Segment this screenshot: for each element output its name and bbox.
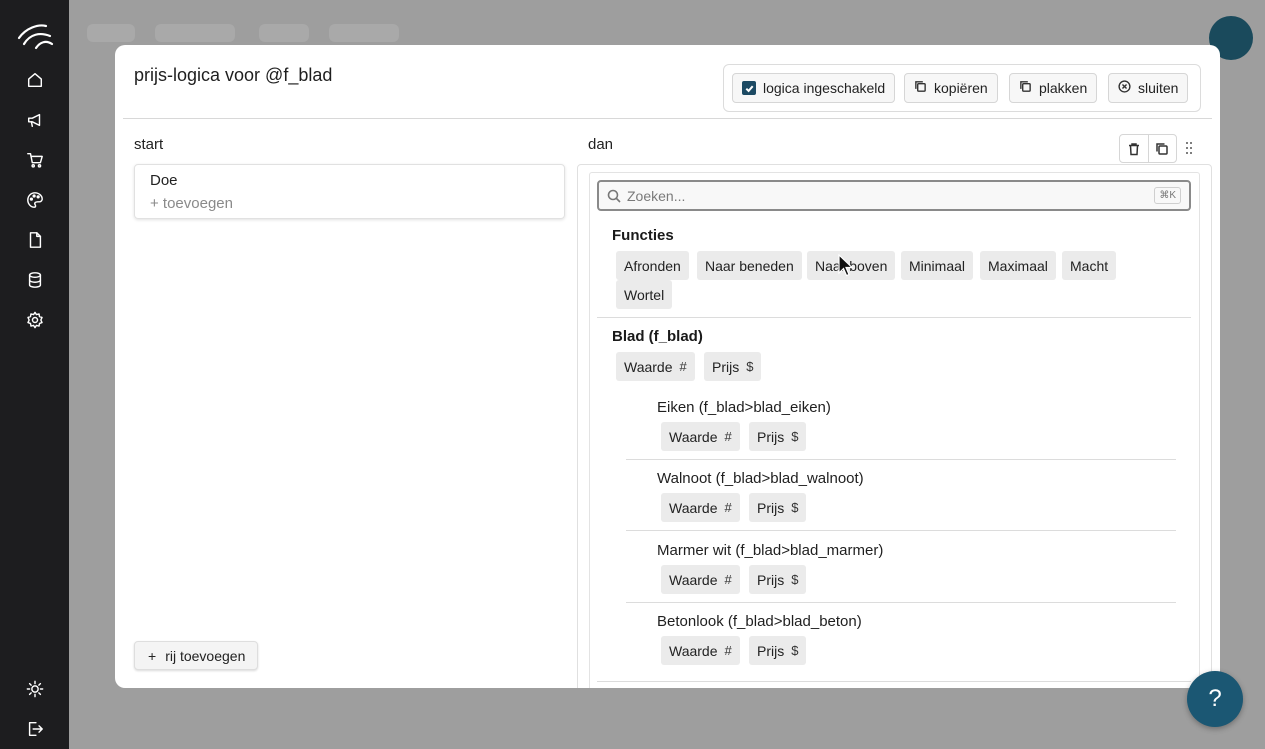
search-box[interactable]: ⌘K [597,180,1191,211]
chip-label: Prijs [757,642,785,659]
logo-icon[interactable] [16,22,54,50]
price-logic-modal: prijs-logica voor @f_blad logica ingesch… [115,45,1220,688]
sun-icon[interactable] [24,678,46,700]
document-icon[interactable] [24,229,46,251]
function-chip[interactable]: Minimaal [901,251,974,280]
copy-icon [914,80,927,96]
currency-symbol: $ [791,572,799,587]
paste-button[interactable]: plakken [1009,73,1098,103]
palette-icon[interactable] [24,189,46,211]
header-divider [123,118,1212,119]
section-divider [597,681,1191,682]
field-chip-waarde[interactable]: Waarde # [661,565,740,594]
number-symbol: # [724,500,732,515]
field-chip-waarde[interactable]: Waarde # [661,422,740,451]
function-chip[interactable]: Maximaal [980,251,1056,280]
currency-symbol: $ [791,429,799,444]
chip-label: Prijs [757,428,785,445]
field-chip-waarde[interactable]: Waarde # [661,493,740,522]
child-divider [626,530,1176,531]
modal-toolbar: logica ingeschakeld kopiëren plakken slu… [723,64,1201,112]
home-icon[interactable] [24,69,46,91]
sidebar [0,0,69,749]
help-button[interactable]: ? [1187,671,1243,727]
logout-icon[interactable] [24,718,46,740]
database-icon[interactable] [24,269,46,291]
function-chip[interactable]: Afronden [616,251,689,280]
child-title: Betonlook (f_blad>blad_beton) [657,613,862,630]
trash-icon[interactable] [1120,135,1148,162]
start-card[interactable]: Doe + toevoegen [134,164,565,219]
number-symbol: # [724,572,732,587]
function-chip[interactable]: Macht [1062,251,1117,280]
megaphone-icon[interactable] [24,109,46,131]
field-chip-waarde[interactable]: Waarde # [661,636,740,665]
settings-icon[interactable] [24,309,46,331]
field-chip-prijs[interactable]: Prijs $ [704,352,762,381]
child-divider [626,459,1176,460]
field-chip-prijs[interactable]: Prijs $ [749,422,807,451]
currency-symbol: $ [746,359,754,374]
chip-label: Waarde [669,571,718,588]
chip-label: Waarde [624,358,673,375]
copy-button[interactable]: kopiëren [904,73,998,103]
number-symbol: # [724,429,732,444]
paste-label: plakken [1039,80,1088,96]
paste-icon [1019,80,1032,96]
duplicate-icon[interactable] [1147,135,1176,162]
close-icon [1118,80,1131,96]
chip-label: Prijs [757,499,785,516]
chip-label: Waarde [669,499,718,516]
currency-symbol: $ [791,500,799,515]
start-label: start [134,136,164,153]
shortcut-hint: ⌘K [1154,187,1181,204]
start-add-action[interactable]: + toevoegen [150,195,233,212]
close-button[interactable]: sluiten [1108,73,1189,103]
add-row-label: rij toevoegen [165,647,246,664]
row-actions [1119,134,1177,163]
chip-label: Prijs [757,571,785,588]
function-chip[interactable]: Naar beneden [697,251,802,280]
field-chip-prijs[interactable]: Prijs $ [749,565,807,594]
chip-label: Waarde [669,642,718,659]
blad-title: Blad (f_blad) [612,328,703,345]
child-divider [626,602,1176,603]
currency-symbol: $ [791,643,799,658]
number-symbol: # [724,643,732,658]
plus-icon: + [148,647,157,664]
child-title: Walnoot (f_blad>blad_walnoot) [657,470,864,487]
drag-handle-icon[interactable] [1183,140,1195,156]
functions-title: Functies [612,227,674,244]
checkbox-checked-icon[interactable] [742,81,756,95]
field-chip-prijs[interactable]: Prijs $ [749,493,807,522]
modal-title: prijs-logica voor @f_blad [134,65,333,85]
child-title: Marmer wit (f_blad>blad_marmer) [657,542,884,559]
cart-icon[interactable] [24,149,46,171]
logic-enabled-label: logica ingeschakeld [763,80,886,96]
number-symbol: # [679,359,687,374]
chip-label: Prijs [712,358,740,375]
start-card-title: Doe [150,172,178,189]
close-label: sluiten [1138,80,1179,96]
add-row-button[interactable]: + rij toevoegen [134,641,258,670]
section-divider [597,317,1191,318]
search-input[interactable] [627,185,1127,206]
function-chip[interactable]: Wortel [616,280,673,309]
mouse-cursor-icon [838,253,854,278]
then-label: dan [588,136,614,153]
field-chip-waarde[interactable]: Waarde # [616,352,695,381]
copy-label: kopiëren [934,80,988,96]
chip-label: Waarde [669,428,718,445]
field-chip-prijs[interactable]: Prijs $ [749,636,807,665]
search-icon [607,189,621,203]
logic-enabled-toggle[interactable]: logica ingeschakeld [732,73,896,103]
child-title: Eiken (f_blad>blad_eiken) [657,399,831,416]
